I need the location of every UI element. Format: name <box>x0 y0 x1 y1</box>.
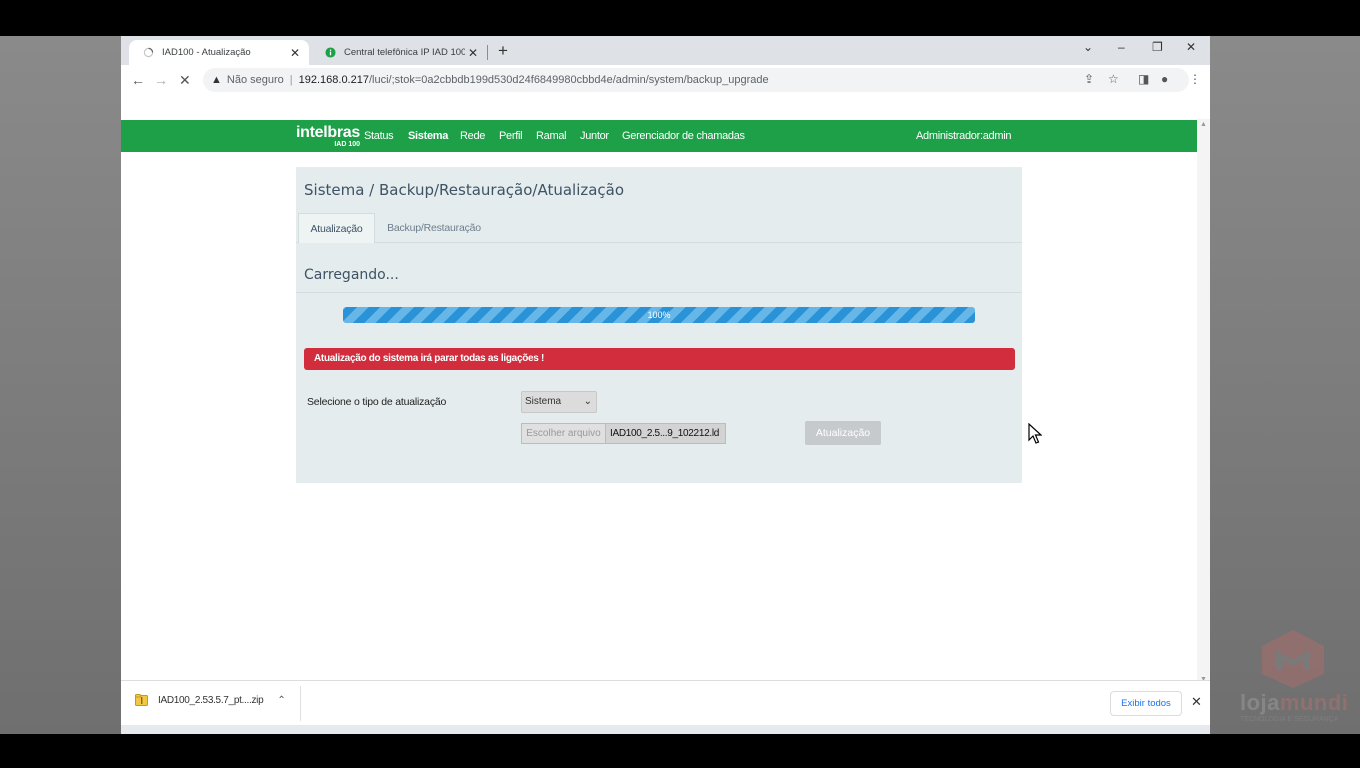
selected-file-name: IAD100_2.5...9_102212.ld <box>610 428 720 439</box>
minimize-button[interactable]: – <box>1118 40 1125 54</box>
tab-central-telefonica[interactable]: Central telefônica IP IAD 100 | In ✕ <box>311 40 487 65</box>
section-tabs: Atualização Backup/Restauração <box>296 213 1022 243</box>
tab-title: IAD100 - Atualização <box>162 47 251 58</box>
tab-close-icon[interactable]: ✕ <box>287 46 303 60</box>
tab-iad100-update[interactable]: IAD100 - Atualização ✕ <box>129 40 309 65</box>
download-file-name: IAD100_2.53.5.7_pt....zip <box>158 694 264 706</box>
url-text[interactable]: 192.168.0.217/luci/;stok=0a2cbbdb199d530… <box>299 74 769 86</box>
update-type-label: Selecione o tipo de atualização <box>307 396 447 408</box>
bookmark-star-icon[interactable]: ☆ <box>1108 72 1119 86</box>
nav-gerenciador-chamadas[interactable]: Gerenciador de chamadas <box>622 130 745 142</box>
address-bar[interactable]: ▲ Não seguro | 192.168.0.217/luci/;stok=… <box>203 68 1189 92</box>
page-title: Sistema / Backup/Restauração/Atualização <box>304 181 625 199</box>
browser-window: IAD100 - Atualização ✕ Central telefônic… <box>121 36 1210 734</box>
video-letterbox-bottom <box>0 734 1360 768</box>
update-type-select[interactable]: Sistema ⌄ <box>521 391 597 413</box>
browser-menu-icon[interactable]: ⋮ <box>1189 72 1201 86</box>
update-button[interactable]: Atualização <box>805 421 881 445</box>
download-item[interactable]: IAD100_2.53.5.7_pt....zip ⌃ <box>135 694 286 706</box>
nav-perfil[interactable]: Perfil <box>499 130 523 142</box>
page-scrollbar[interactable]: ▲ ▼ <box>1197 119 1210 685</box>
video-letterbox-top <box>0 0 1360 36</box>
nav-rede[interactable]: Rede <box>460 130 485 142</box>
watermark-brand-a: loja <box>1240 690 1280 715</box>
downloads-bar: IAD100_2.53.5.7_pt....zip ⌃ Exibir todos… <box>121 680 1210 725</box>
info-icon <box>325 47 336 58</box>
chevron-up-icon[interactable]: ⌃ <box>277 695 285 706</box>
nav-ramal[interactable]: Ramal <box>536 130 567 142</box>
page-viewport: intelbras IAD 100 Status Sistema Rede Pe… <box>121 95 1210 685</box>
tab-backup-restauracao[interactable]: Backup/Restauração <box>376 213 492 243</box>
file-input[interactable]: Escolher arquivo IAD100_2.5...9_102212.l… <box>521 423 726 444</box>
new-tab-button[interactable]: + <box>498 41 508 61</box>
warning-alert: Atualização do sistema irá parar todas a… <box>304 348 1015 370</box>
tab-strip: IAD100 - Atualização ✕ Central telefônic… <box>121 36 1210 65</box>
bottom-strip <box>121 725 1210 734</box>
loading-title: Carregando... <box>304 267 399 283</box>
profile-avatar-icon[interactable]: ● <box>1161 72 1168 86</box>
restore-button[interactable]: ❐ <box>1152 40 1163 54</box>
url-host: 192.168.0.217 <box>298 74 369 86</box>
tab-separator <box>487 45 488 60</box>
main-panel: Sistema / Backup/Restauração/Atualização… <box>296 167 1042 483</box>
hexagon-logo-icon <box>1262 630 1324 688</box>
close-downloads-icon[interactable]: ✕ <box>1191 694 1202 710</box>
tab-search-icon[interactable]: ⌄ <box>1083 40 1093 54</box>
brand-model: IAD 100 <box>334 141 360 148</box>
watermark-text: lojamundi <box>1240 690 1348 716</box>
section-divider <box>296 292 1022 293</box>
watermark-logo: lojamundi TECNOLOGIA E SEGURANÇA <box>1236 628 1360 728</box>
progress-label: 100% <box>647 310 671 320</box>
watermark-subtitle: TECNOLOGIA E SEGURANÇA <box>1240 716 1339 723</box>
warning-icon[interactable]: ▲ <box>211 74 222 86</box>
update-type-value: Sistema <box>525 396 562 407</box>
forward-button[interactable]: → <box>154 72 168 88</box>
show-all-button[interactable]: Exibir todos <box>1110 691 1182 716</box>
router-top-nav: intelbras IAD 100 Status Sistema Rede Pe… <box>121 120 1197 152</box>
url-divider: | <box>289 74 293 86</box>
nav-sistema[interactable]: Sistema <box>408 130 448 142</box>
nav-status[interactable]: Status <box>364 130 394 142</box>
side-panel-icon[interactable]: ◨ <box>1138 72 1149 86</box>
mouse-cursor-icon <box>1028 423 1042 444</box>
url-path: /luci/;stok=0a2cbbdb199d530d24f6849980cb… <box>368 74 769 86</box>
admin-user-label[interactable]: Administrador:admin <box>916 130 1011 142</box>
share-icon[interactable]: ⇪ <box>1084 72 1094 86</box>
browser-toolbar: ← → ✕ ▲ Não seguro | 192.168.0.217/luci/… <box>121 65 1210 95</box>
tab-close-icon[interactable]: ✕ <box>465 46 481 60</box>
chevron-down-icon: ⌄ <box>583 396 592 407</box>
back-button[interactable]: ← <box>131 72 145 88</box>
choose-file-button[interactable]: Escolher arquivo <box>522 424 606 443</box>
download-separator <box>300 686 301 721</box>
loading-spinner-icon <box>143 47 154 58</box>
scroll-up-icon[interactable]: ▲ <box>1200 121 1207 128</box>
security-label[interactable]: Não seguro <box>227 74 284 86</box>
tab-atualizacao[interactable]: Atualização <box>298 213 375 243</box>
desktop-background-left <box>0 36 121 734</box>
close-window-button[interactable]: ✕ <box>1186 40 1196 54</box>
brand-name: intelbras <box>296 124 360 141</box>
progress-bar: 100% <box>343 307 975 323</box>
stop-loading-button[interactable]: ✕ <box>179 72 191 89</box>
intelbras-logo[interactable]: intelbras IAD 100 <box>296 124 360 148</box>
tab-title: Central telefônica IP IAD 100 | In <box>344 47 465 58</box>
nav-juntor[interactable]: Juntor <box>580 130 609 142</box>
watermark-brand-b: mundi <box>1279 690 1349 715</box>
zip-file-icon <box>135 694 148 706</box>
